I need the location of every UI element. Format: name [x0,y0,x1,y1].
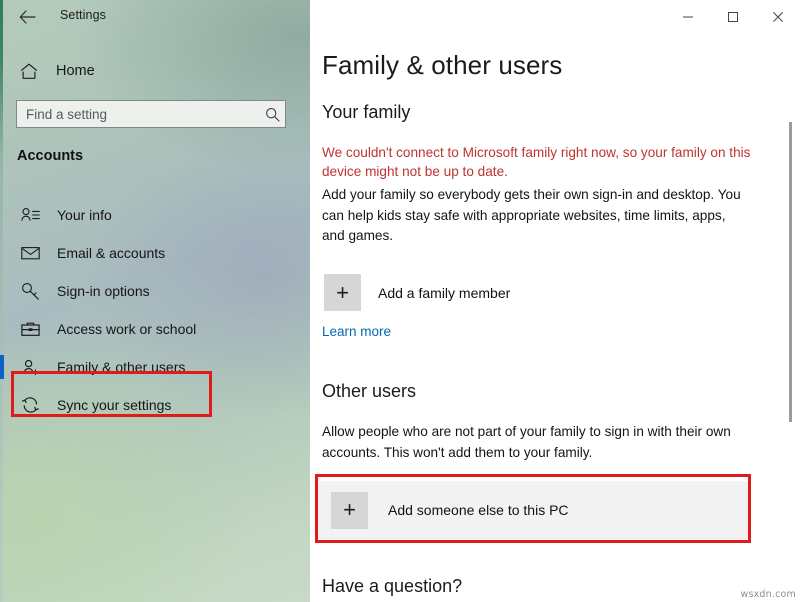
sidebar-item-home[interactable]: Home [0,57,300,85]
close-button[interactable] [755,0,800,33]
maximize-button[interactable] [710,0,755,33]
family-connection-error-text: We couldn't connect to Microsoft family … [322,145,751,179]
other-users-heading: Other users [322,381,417,401]
search-icon[interactable] [259,107,285,122]
learn-more-link[interactable]: Learn more [322,324,391,339]
other-users-description: Allow people who are not part of your fa… [322,424,731,460]
search-box[interactable] [16,100,286,128]
add-someone-else-to-this-pc-button[interactable]: + Add someone else to this PC [318,481,748,539]
sidebar-item-family-other-users-label: Family & other users [57,359,186,375]
sidebar-item-home-label: Home [56,63,95,79]
titlebar-left: Settings [0,0,310,34]
sidebar-item-sign-in-options[interactable]: Sign-in options [0,272,300,310]
sidebar-item-family-other-users[interactable]: Family & other users [0,348,300,386]
sidebar-nav-list: Your info Email & accounts Sign-in optio… [0,196,300,424]
page-title: Family & other users [322,50,563,80]
window-controls [665,0,800,33]
sidebar-section-heading: Accounts [17,148,84,164]
add-someone-else-label: Add someone else to this PC [388,502,569,518]
sidebar-item-your-info-label: Your info [57,207,112,223]
add-family-member-label: Add a family member [378,284,511,301]
main-content-pane: Family & other users Your family We coul… [310,0,800,602]
sync-icon [17,396,43,414]
your-family-description: Add your family so everybody gets their … [322,187,741,243]
scrollbar[interactable] [787,34,797,594]
plus-icon: + [324,274,361,311]
plus-icon: + [331,491,368,529]
search-input[interactable] [17,106,259,122]
home-icon [15,63,43,80]
back-arrow-icon[interactable] [13,6,41,28]
sidebar-item-access-work-or-school-label: Access work or school [57,321,197,337]
envelope-icon [17,246,43,260]
add-person-icon [17,359,43,376]
sidebar-item-access-work-or-school[interactable]: Access work or school [0,310,300,348]
watermark: wsxdn.com [740,589,796,600]
sidebar-item-email-accounts[interactable]: Email & accounts [0,234,300,272]
have-a-question-heading: Have a question? [322,576,463,596]
sidebar-item-email-accounts-label: Email & accounts [57,245,166,261]
briefcase-icon [17,321,43,337]
add-family-member-button[interactable]: + Add a family member [324,274,510,311]
user-info-icon [17,207,43,223]
sidebar-item-sync-your-settings[interactable]: Sync your settings [0,386,300,424]
app-title: Settings [60,8,106,22]
key-icon [17,282,43,300]
sidebar-item-sync-your-settings-label: Sync your settings [57,397,172,413]
scrollbar-thumb[interactable] [789,122,792,422]
sidebar-item-sign-in-options-label: Sign-in options [57,283,150,299]
sidebar-item-your-info[interactable]: Your info [0,196,300,234]
sidebar: Settings Home Accounts [0,0,310,602]
minimize-button[interactable] [665,0,710,33]
your-family-heading: Your family [322,102,411,122]
settings-window: Settings Home Accounts [0,0,800,602]
